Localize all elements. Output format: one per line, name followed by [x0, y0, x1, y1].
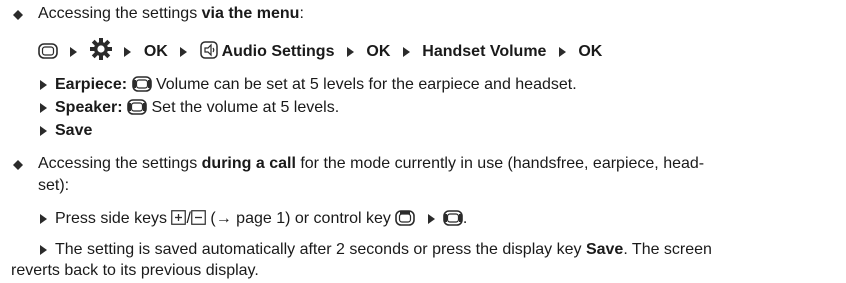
step-press-prefix: Press side keys	[55, 210, 172, 227]
step-earpiece: Earpiece: Volume can be set at 5 levels …	[40, 75, 577, 95]
step-press-page-ref: page 1) or control key	[231, 210, 396, 227]
section1-intro-prefix: Accessing the settings	[38, 5, 202, 22]
section2-intro-line1: Accessing the settings during a call for…	[38, 154, 704, 174]
section2-intro-bold: during a call	[201, 155, 296, 172]
step-save: Save	[40, 121, 92, 141]
step-saved-suffix: . The screen	[623, 241, 712, 258]
side-key-minus-icon	[191, 210, 206, 225]
audio-settings-icon	[199, 41, 218, 59]
control-key-up-icon	[395, 210, 416, 226]
step-saved-prefix: The setting is saved automatically after…	[55, 241, 586, 258]
step-earpiece-text: Volume can be set at 5 levels for the ea…	[151, 76, 577, 93]
path-arrow-icon	[346, 47, 354, 57]
section1-intro-bold: via the menu	[201, 5, 300, 22]
menu-control-key-icon	[38, 43, 58, 59]
path-arrow-icon	[558, 47, 566, 57]
section1-intro-suffix: :	[299, 5, 304, 22]
path-ok-2: OK	[366, 43, 391, 60]
section2-intro-line2-text: set):	[38, 177, 70, 194]
bullet-diamond-1	[13, 10, 23, 20]
step-arrow-icon	[427, 214, 435, 224]
step-saved-bold: Save	[585, 241, 624, 258]
section2-intro-line2: set):	[38, 176, 69, 196]
control-key-left-right-icon	[127, 99, 147, 115]
step-arrow-icon	[40, 103, 47, 113]
path-arrow-icon	[124, 47, 132, 57]
step-press-end: .	[462, 210, 468, 227]
section2-intro-suffix: for the mode currently in use (handsfree…	[295, 155, 705, 172]
path-ok-1: OK	[143, 43, 168, 60]
step-speaker-label: Speaker:	[55, 99, 123, 116]
step-saved-line2-text: reverts back to its previous display.	[11, 262, 259, 279]
step-arrow-icon	[40, 126, 47, 136]
control-key-left-right-icon	[131, 76, 152, 92]
step-arrow-icon	[40, 214, 47, 224]
step-press-side-keys: Press side keys / (→ page 1) or control …	[40, 209, 467, 229]
path-arrow-icon	[402, 47, 410, 57]
path-audio-settings: Audio Settings	[221, 43, 335, 60]
menu-path: OK Audio Settings OK Handset Volume OK	[38, 38, 602, 62]
step-speaker-text: Set the volume at 5 levels.	[147, 99, 340, 116]
step-arrow-icon	[40, 80, 47, 90]
step-saved-line2: reverts back to its previous display.	[11, 261, 259, 281]
step-saved-automatically: The setting is saved automatically after…	[40, 240, 712, 260]
step-arrow-icon	[40, 245, 47, 255]
control-key-left-right-icon	[443, 210, 463, 226]
section1-intro: Accessing the settings via the menu:	[38, 4, 304, 24]
step-save-label: Save	[55, 122, 93, 139]
step-press-middle: (	[205, 210, 216, 227]
step-earpiece-label: Earpiece:	[55, 76, 128, 93]
side-key-plus-icon	[171, 210, 187, 225]
page-ref-arrow: →	[215, 210, 232, 227]
path-ok-3: OK	[578, 43, 603, 60]
path-arrow-icon	[180, 47, 188, 57]
path-handset-volume: Handset Volume	[422, 43, 547, 60]
path-arrow-icon	[70, 47, 78, 57]
step-speaker: Speaker: Set the volume at 5 levels.	[40, 98, 339, 118]
settings-gear-icon	[89, 38, 112, 60]
bullet-diamond-2	[13, 160, 23, 170]
section2-intro-prefix: Accessing the settings	[38, 155, 202, 172]
